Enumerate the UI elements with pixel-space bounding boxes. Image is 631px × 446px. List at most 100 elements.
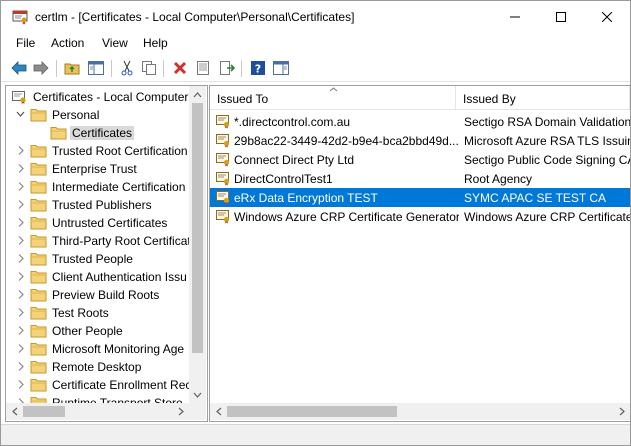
tree-item[interactable]: Trusted Root Certification xyxy=(6,142,189,160)
certificate-row[interactable]: DirectControlTest1 Root Agency xyxy=(210,169,630,188)
issued-to-cell: *.directcontrol.com.au xyxy=(234,115,351,129)
chevron-right-icon[interactable] xyxy=(16,145,25,156)
minimize-button[interactable] xyxy=(492,1,538,33)
up-one-level-button[interactable] xyxy=(63,59,81,77)
export-list-icon xyxy=(220,61,235,75)
issued-to-cell: Connect Direct Pty Ltd xyxy=(234,153,355,167)
scroll-right-arrow[interactable] xyxy=(172,403,189,420)
certificate-row[interactable]: eRx Data Encryption TEST SYMC APAC SE TES… xyxy=(210,188,630,207)
chevron-right-icon[interactable] xyxy=(16,325,25,336)
cut-icon xyxy=(121,60,133,76)
tree-item[interactable]: Intermediate Certification xyxy=(6,178,189,196)
tree-horizontal-scrollbar[interactable] xyxy=(6,403,189,420)
menu-file[interactable]: File xyxy=(16,36,35,50)
certificate-store-icon xyxy=(11,89,28,104)
chevron-right-icon[interactable] xyxy=(16,199,25,210)
maximize-button[interactable] xyxy=(538,1,584,33)
issued-to-cell: Windows Azure CRP Certificate Generator xyxy=(234,210,459,224)
chevron-right-icon[interactable] xyxy=(16,181,25,192)
certificate-row[interactable]: 29b8ac22-3449-42d2-b9e4-bca2bbd49d... Mic… xyxy=(210,131,630,150)
console-tree-pane[interactable]: Certificates - Local Computer Personal Cer… xyxy=(5,85,208,422)
tree-vertical-scrollbar[interactable] xyxy=(189,86,206,403)
scroll-left-arrow[interactable] xyxy=(6,403,23,420)
folder-icon xyxy=(30,287,47,302)
properties-button[interactable] xyxy=(194,59,212,77)
minimize-icon xyxy=(510,16,520,18)
tree-item[interactable]: Untrusted Certificates xyxy=(6,214,189,232)
tree-item[interactable]: Third-Party Root Certificat xyxy=(6,232,191,250)
chevron-right-icon[interactable] xyxy=(16,289,25,300)
forward-button[interactable] xyxy=(32,59,50,77)
cut-button[interactable] xyxy=(118,59,136,77)
help-button[interactable]: ? xyxy=(249,59,267,77)
tree-item-label: Preview Build Roots xyxy=(52,288,160,302)
tree-item[interactable]: Certificate Enrollment Rec xyxy=(6,376,191,394)
column-header-issued-to[interactable]: Issued To xyxy=(210,86,456,110)
menu-view[interactable]: View xyxy=(102,36,128,50)
folder-icon xyxy=(30,197,47,212)
tree-item[interactable]: Personal xyxy=(6,106,189,124)
tree-item[interactable]: Enterprise Trust xyxy=(6,160,189,178)
tree-item[interactable]: Certificates - Local Computer xyxy=(6,88,189,106)
title-bar[interactable]: certlm - [Certificates - Local Computer\… xyxy=(1,1,630,33)
delete-button[interactable] xyxy=(171,59,189,77)
chevron-right-icon xyxy=(619,407,625,416)
chevron-right-icon[interactable] xyxy=(16,361,25,372)
chevron-right-icon[interactable] xyxy=(16,271,25,282)
chevron-right-icon[interactable] xyxy=(16,343,25,354)
chevron-left-icon xyxy=(11,407,17,416)
folder-icon xyxy=(30,359,47,374)
menu-bar: File Action View Help xyxy=(1,33,630,54)
tree-item[interactable]: Preview Build Roots xyxy=(6,286,189,304)
chevron-right-icon[interactable] xyxy=(16,253,25,264)
certificate-list-pane[interactable]: Issued To Issued By *.directcontrol.com.… xyxy=(209,85,630,422)
chevron-right-icon[interactable] xyxy=(16,217,25,228)
list-horizontal-scroll-thumb[interactable] xyxy=(227,406,397,417)
tree-item-label: Test Roots xyxy=(52,306,109,320)
chevron-right-icon[interactable] xyxy=(16,379,25,390)
chevron-right-icon[interactable] xyxy=(16,307,25,318)
scroll-down-arrow[interactable] xyxy=(189,386,206,403)
menu-help[interactable]: Help xyxy=(143,36,168,50)
tree-item[interactable]: Trusted People xyxy=(6,250,189,268)
copy-button[interactable] xyxy=(140,59,158,77)
tree-item[interactable]: Client Authentication Issu xyxy=(6,268,189,286)
show-hide-console-tree-button[interactable] xyxy=(87,59,105,77)
certificate-row[interactable]: Windows Azure CRP Certificate Generator W… xyxy=(210,207,630,226)
sort-ascending-icon xyxy=(329,87,338,92)
back-button[interactable] xyxy=(10,59,28,77)
tree-item[interactable]: Remote Desktop xyxy=(6,358,189,376)
menu-action[interactable]: Action xyxy=(51,36,84,50)
tree-item[interactable]: Trusted Publishers xyxy=(6,196,189,214)
close-button[interactable] xyxy=(584,1,630,33)
chevron-right-icon[interactable] xyxy=(16,163,25,174)
certificate-row[interactable]: *.directcontrol.com.au Sectigo RSA Domain… xyxy=(210,112,630,131)
forward-arrow-icon xyxy=(33,61,49,75)
tree-item[interactable]: Microsoft Monitoring Age xyxy=(6,340,189,358)
tree-item[interactable]: Other People xyxy=(6,322,189,340)
certificate-icon xyxy=(215,171,231,186)
tree-item-label: Third-Party Root Certificat xyxy=(52,234,191,248)
tree-item-label: Remote Desktop xyxy=(52,360,142,374)
tree-horizontal-scroll-thumb[interactable] xyxy=(23,406,65,417)
chevron-right-icon[interactable] xyxy=(16,235,25,246)
certificate-icon xyxy=(215,152,231,167)
tree-item[interactable]: Test Roots xyxy=(6,304,189,322)
column-header-issued-by[interactable]: Issued By xyxy=(456,86,630,110)
tree-vertical-scroll-thumb[interactable] xyxy=(192,103,203,353)
tree-item-label: Untrusted Certificates xyxy=(52,216,168,230)
tree-item-label: Other People xyxy=(52,324,123,338)
chevron-down-icon[interactable] xyxy=(16,109,25,120)
tree-item[interactable]: Certificates xyxy=(6,124,189,142)
show-hide-action-pane-button[interactable] xyxy=(272,59,290,77)
certificate-row[interactable]: Connect Direct Pty Ltd Sectigo Public Cod… xyxy=(210,150,630,169)
folder-icon xyxy=(30,143,47,158)
properties-icon xyxy=(197,61,209,75)
scroll-right-arrow[interactable] xyxy=(613,403,630,420)
scroll-up-arrow[interactable] xyxy=(189,86,206,103)
help-icon: ? xyxy=(251,61,265,76)
window-title: certlm - [Certificates - Local Computer\… xyxy=(35,10,355,24)
list-horizontal-scrollbar[interactable] xyxy=(210,403,630,420)
scroll-left-arrow[interactable] xyxy=(210,403,227,420)
export-list-button[interactable] xyxy=(218,59,236,77)
